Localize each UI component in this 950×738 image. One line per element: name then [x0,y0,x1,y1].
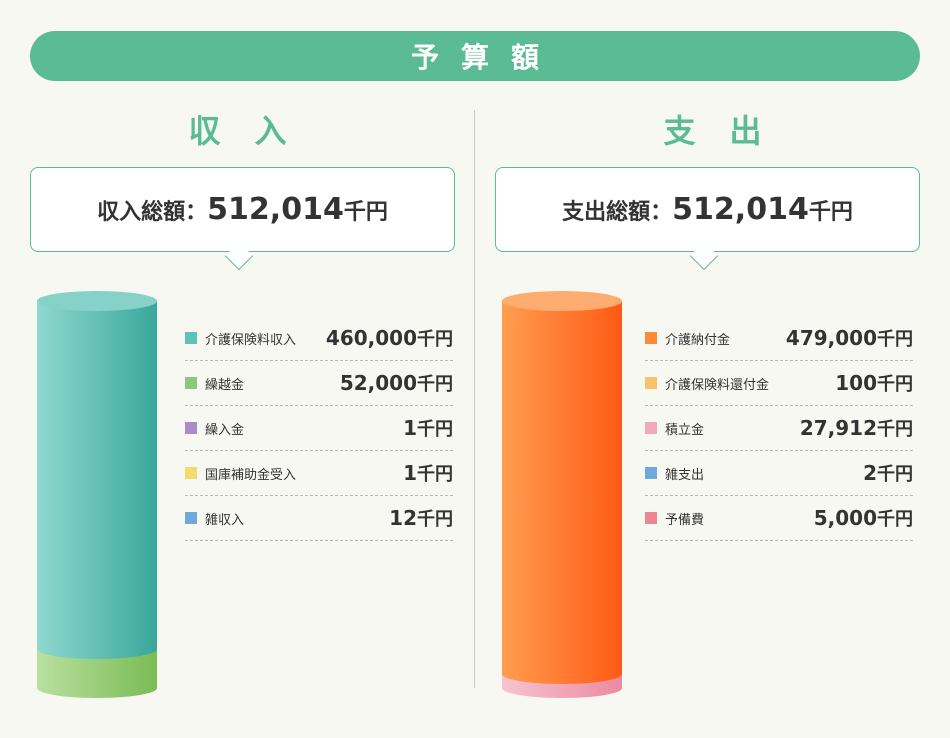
legend-amount: 460,000千円 [326,325,453,351]
legend-value: 100 [835,371,877,395]
legend-label: 雑支出 [665,467,705,483]
expense-total-value: 512,014 [672,192,809,227]
legend-label: 繰入金 [205,422,245,438]
legend-amount: 27,912千円 [800,415,913,441]
income-cylinder-main-segment [37,301,157,659]
income-cylinder-chart [37,291,157,698]
legend-amount: 2千円 [863,460,913,486]
legend-label-group: 繰入金 [185,419,244,438]
legend-amount: 12千円 [389,505,453,531]
legend-swatch [185,377,197,389]
legend-label-group: 介護納付金 [645,329,730,348]
legend-unit: 千円 [877,509,913,530]
expense-legend-row: 介護保険料還付金 100千円 [645,361,913,406]
legend-label-group: 雑支出 [645,464,704,483]
legend-value: 2 [863,461,877,485]
legend-value: 5,000 [813,506,877,530]
expense-legend-row: 積立金 27,912千円 [645,406,913,451]
legend-unit: 千円 [877,374,913,395]
legend-unit: 千円 [417,419,453,440]
legend-label: 介護保険料収入 [205,332,297,348]
legend-unit: 千円 [417,374,453,395]
legend-label: 積立金 [665,422,705,438]
income-legend-row: 介護保険料収入 460,000千円 [185,316,453,361]
legend-amount: 479,000千円 [786,325,913,351]
legend-label: 予備費 [665,512,705,528]
legend-amount: 5,000千円 [814,505,913,531]
legend-label-group: 予備費 [645,509,704,528]
legend-swatch [185,512,197,524]
legend-swatch [645,467,657,479]
expense-heading: 支出 [663,112,796,150]
income-legend: 介護保険料収入 460,000千円 繰越金 52,000千円 繰入金 1千円 国庫補助金受入… [185,316,453,541]
expense-legend-row: 介護納付金 479,000千円 [645,316,913,361]
legend-label: 介護納付金 [665,332,731,348]
bubble-tail [689,241,718,271]
income-total-label: 収入総額： [97,199,208,225]
legend-value: 1 [403,461,417,485]
legend-value: 460,000 [325,326,417,350]
expense-total-label: 支出総額： [562,199,673,225]
legend-label: 繰越金 [205,377,245,393]
legend-swatch [185,467,197,479]
income-column: 収入 収入総額： 512,014 千円 介護保険料収入 460,000千円 繰越金 5… [0,0,475,738]
legend-unit: 千円 [417,329,453,350]
legend-value: 479,000 [785,326,877,350]
legend-swatch [185,422,197,434]
expense-cylinder-chart [502,291,622,698]
income-total-bubble: 収入総額： 512,014 千円 [30,167,455,271]
expense-cylinder-top [502,291,622,311]
expense-legend-row: 雑支出 2千円 [645,451,913,496]
legend-unit: 千円 [417,509,453,530]
income-total-unit: 千円 [343,199,388,225]
legend-swatch [645,512,657,524]
income-heading: 収入 [188,112,321,150]
legend-label: 雑収入 [205,512,245,528]
legend-swatch [645,377,657,389]
expense-legend: 介護納付金 479,000千円 介護保険料還付金 100千円 積立金 27,912千円 雑支… [645,316,913,541]
legend-label: 介護保険料還付金 [665,377,770,393]
legend-swatch [645,332,657,344]
legend-unit: 千円 [877,464,913,485]
expense-cylinder-main-segment [502,301,622,684]
legend-label-group: 繰越金 [185,374,244,393]
legend-amount: 52,000千円 [340,370,453,396]
legend-swatch [645,422,657,434]
legend-value: 52,000 [339,371,417,395]
legend-unit: 千円 [877,329,913,350]
income-legend-row: 国庫補助金受入 1千円 [185,451,453,496]
legend-amount: 100千円 [835,370,913,396]
legend-swatch [185,332,197,344]
income-cylinder-top [37,291,157,311]
bubble-tail [224,241,253,271]
income-legend-row: 繰入金 1千円 [185,406,453,451]
expense-column: 支出 支出総額： 512,014 千円 介護納付金 479,000千円 介護保険料還… [475,0,950,738]
legend-unit: 千円 [417,464,453,485]
legend-label-group: 積立金 [645,419,704,438]
legend-amount: 1千円 [403,415,453,441]
legend-label: 国庫補助金受入 [205,467,297,483]
expense-legend-row: 予備費 5,000千円 [645,496,913,541]
legend-label-group: 介護保険料還付金 [645,374,769,393]
legend-value: 1 [403,416,417,440]
expense-total-unit: 千円 [808,199,853,225]
income-legend-row: 雑収入 12千円 [185,496,453,541]
legend-amount: 1千円 [403,460,453,486]
legend-label-group: 介護保険料収入 [185,329,296,348]
legend-label-group: 雑収入 [185,509,244,528]
legend-unit: 千円 [877,419,913,440]
income-total-value: 512,014 [207,192,344,227]
income-legend-row: 繰越金 52,000千円 [185,361,453,406]
legend-value: 12 [389,506,417,530]
legend-label-group: 国庫補助金受入 [185,464,296,483]
expense-total-bubble: 支出総額： 512,014 千円 [495,167,920,271]
legend-value: 27,912 [799,416,877,440]
